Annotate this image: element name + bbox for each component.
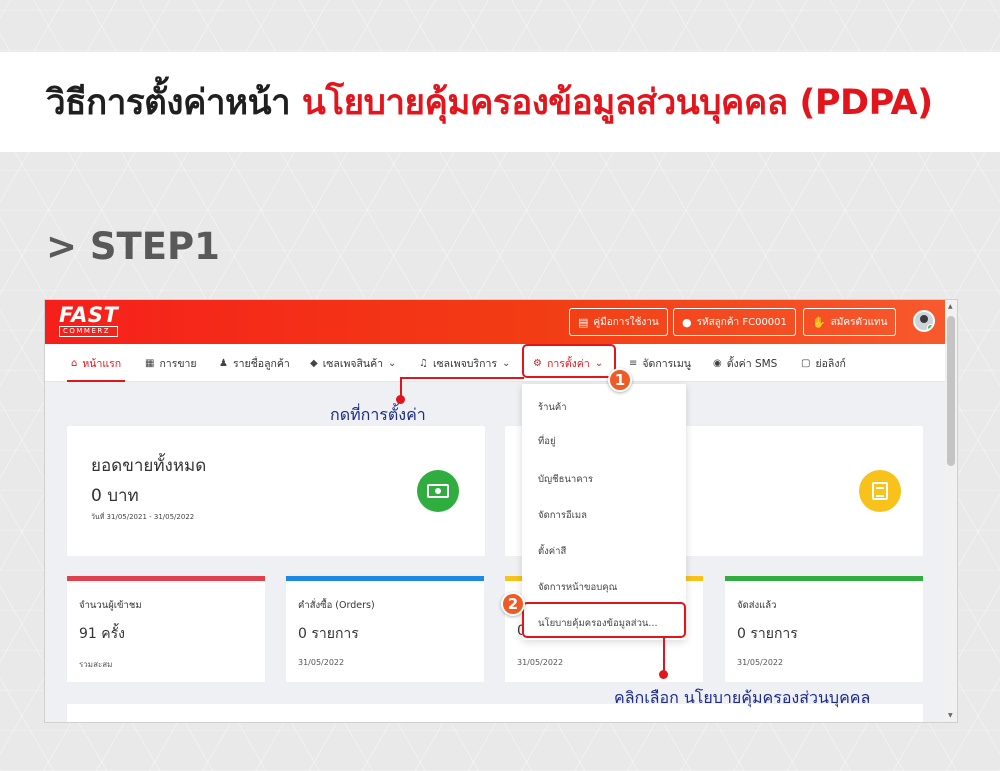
nav-customers-label: รายชื่อลูกค้า xyxy=(232,357,290,370)
user-circle-icon: ● xyxy=(682,315,692,329)
register-agent-label: สมัครตัวแทน xyxy=(830,316,888,328)
nav-service-salespage-label: เซลเพจบริการ xyxy=(432,357,497,370)
total-sales-title: ยอดขายทั้งหมด xyxy=(91,456,207,476)
callout-line-1-horizontal xyxy=(400,377,524,379)
nav-shorten-link[interactable]: ▢ ย่อลิงก์ xyxy=(801,344,846,382)
callout-line-2 xyxy=(663,638,665,674)
dropdown-item-address[interactable]: ที่อยู่ xyxy=(538,434,556,449)
dropdown-item-thank-you-page[interactable]: จัดการหน้าขอบคุณ xyxy=(538,580,617,595)
nav-product-salespage-label: เซลเพจสินค้า xyxy=(322,357,384,370)
orders-sub: 31/05/2022 xyxy=(298,658,345,667)
home-icon: ⌂ xyxy=(71,357,78,369)
user-icon: ♟ xyxy=(219,357,228,369)
document-icon: ▦ xyxy=(145,357,155,369)
step-label: > STEP1 xyxy=(46,225,220,268)
scrollbar-thumb[interactable] xyxy=(947,316,955,466)
visitors-value: 91 ครั้ง xyxy=(79,626,125,642)
nav-home[interactable]: ⌂ หน้าแรก xyxy=(66,344,126,382)
title-main: วิธีการตั้งค่าหน้า xyxy=(46,82,291,123)
nav-customers[interactable]: ♟ รายชื่อลูกค้า xyxy=(219,344,290,382)
dropdown-item-shop[interactable]: ร้านค้า xyxy=(538,400,567,415)
scrollbar[interactable]: ▲ ▼ xyxy=(945,300,957,722)
shipped-card: จัดส่งแล้ว 0 รายการ 31/05/2022 xyxy=(725,576,923,682)
total-sales-value: 0 บาท xyxy=(91,486,139,506)
dropdown-item-bank-account[interactable]: บัญชีธนาคาร xyxy=(538,472,593,487)
chat-icon: ◉ xyxy=(713,357,722,369)
nav-sales[interactable]: ▦ การขาย xyxy=(145,344,197,382)
card-color-bar xyxy=(67,576,265,581)
customer-id-button[interactable]: ● รหัสลูกค้า FC00001 xyxy=(673,308,796,336)
step-badge-1: 1 xyxy=(608,368,632,392)
money-icon xyxy=(417,470,459,512)
logo-subtext: COMMERZ xyxy=(59,326,119,337)
card-color-bar xyxy=(286,576,484,581)
nav-sms-settings-label: ตั้งค่า SMS xyxy=(726,357,778,370)
total-sales-card: ยอดขายทั้งหมด 0 บาท วันที่ 31/05/2021 - … xyxy=(67,426,485,556)
link-icon: ▢ xyxy=(801,357,811,369)
callout-text-2: คลิกเลือก นโยบายคุ้มครองส่วนบุคคล xyxy=(614,688,871,707)
bell-icon: ♫ xyxy=(419,357,428,369)
shipped-sub: 31/05/2022 xyxy=(737,658,784,667)
user-manual-label: คู่มือการใช้งาน xyxy=(593,316,659,328)
app-screenshot: FAST COMMERZ ▤ คู่มือการใช้งาน ● รหัสลูก… xyxy=(45,300,957,722)
chevron-down-icon: ⌄ xyxy=(388,357,397,369)
book-icon: ▤ xyxy=(578,315,589,329)
scroll-down-icon[interactable]: ▼ xyxy=(948,712,953,719)
register-agent-button[interactable]: ✋ สมัครตัวแทน xyxy=(803,308,897,336)
visitors-card: จำนวนผู้เข้าชม 91 ครั้ง รวมสะสม xyxy=(67,576,265,682)
nav-menu-management[interactable]: ≡ จัดการเมนู xyxy=(629,344,691,382)
callout-text-1: กดที่การตั้งค่า xyxy=(330,405,426,424)
dropdown-item-email[interactable]: จัดการอีเมล xyxy=(538,508,587,523)
list-icon: ≡ xyxy=(629,357,638,369)
receipt-icon xyxy=(859,470,901,512)
user-manual-button[interactable]: ▤ คู่มือการใช้งาน xyxy=(569,308,668,336)
total-sales-date-range: วันที่ 31/05/2021 - 31/05/2022 xyxy=(91,513,195,521)
card-color-bar xyxy=(725,576,923,581)
nav-menu-management-label: จัดการเมนู xyxy=(642,357,691,370)
top-header: FAST COMMERZ ▤ คู่มือการใช้งาน ● รหัสลูก… xyxy=(45,300,945,344)
logo-text: FAST xyxy=(59,303,119,327)
nav-sales-label: การขาย xyxy=(159,357,197,370)
nav-sms-settings[interactable]: ◉ ตั้งค่า SMS xyxy=(713,344,777,382)
visitors-label: จำนวนผู้เข้าชม xyxy=(79,600,142,611)
scroll-up-icon[interactable]: ▲ xyxy=(948,303,953,310)
shipped-value: 0 รายการ xyxy=(737,626,798,642)
nav-product-salespage[interactable]: ◆ เซลเพจสินค้า ⌄ xyxy=(310,344,396,382)
title-highlight: นโยบายคุ้มครองข้อมูลส่วนบุคคล (PDPA) xyxy=(301,82,933,123)
shipped-label: จัดส่งแล้ว xyxy=(737,600,777,611)
dropdown-item-colors[interactable]: ตั้งค่าสี xyxy=(538,544,566,559)
avatar[interactable] xyxy=(913,310,935,332)
customer-id-label: รหัสลูกค้า FC00001 xyxy=(696,316,787,328)
nav-home-label: หน้าแรก xyxy=(82,357,122,370)
visitors-sub: รวมสะสม xyxy=(79,660,113,669)
logo[interactable]: FAST COMMERZ xyxy=(59,303,119,337)
chevron-down-icon: ⌄ xyxy=(501,357,511,369)
nav-shorten-link-label: ย่อลิงก์ xyxy=(815,357,846,370)
orders-value: 0 รายการ xyxy=(298,626,359,642)
orders-card: คำสั่งซื้อ (Orders) 0 รายการ 31/05/2022 xyxy=(286,576,484,682)
page-title: วิธีการตั้งค่าหน้า นโยบายคุ้มครองข้อมูลส… xyxy=(46,75,933,130)
handshake-icon: ✋ xyxy=(812,315,826,329)
callout-dot-2 xyxy=(659,670,668,679)
pending-sub: 31/05/2022 xyxy=(517,658,564,667)
title-banner: วิธีการตั้งค่าหน้า นโยบายคุ้มครองข้อมูลส… xyxy=(0,52,1000,152)
box-icon: ◆ xyxy=(310,357,318,369)
step-badge-2: 2 xyxy=(501,592,525,616)
privacy-policy-highlight-box xyxy=(522,602,686,638)
online-status-dot xyxy=(927,324,933,330)
settings-highlight-box xyxy=(522,344,616,378)
orders-label: คำสั่งซื้อ (Orders) xyxy=(298,600,375,611)
